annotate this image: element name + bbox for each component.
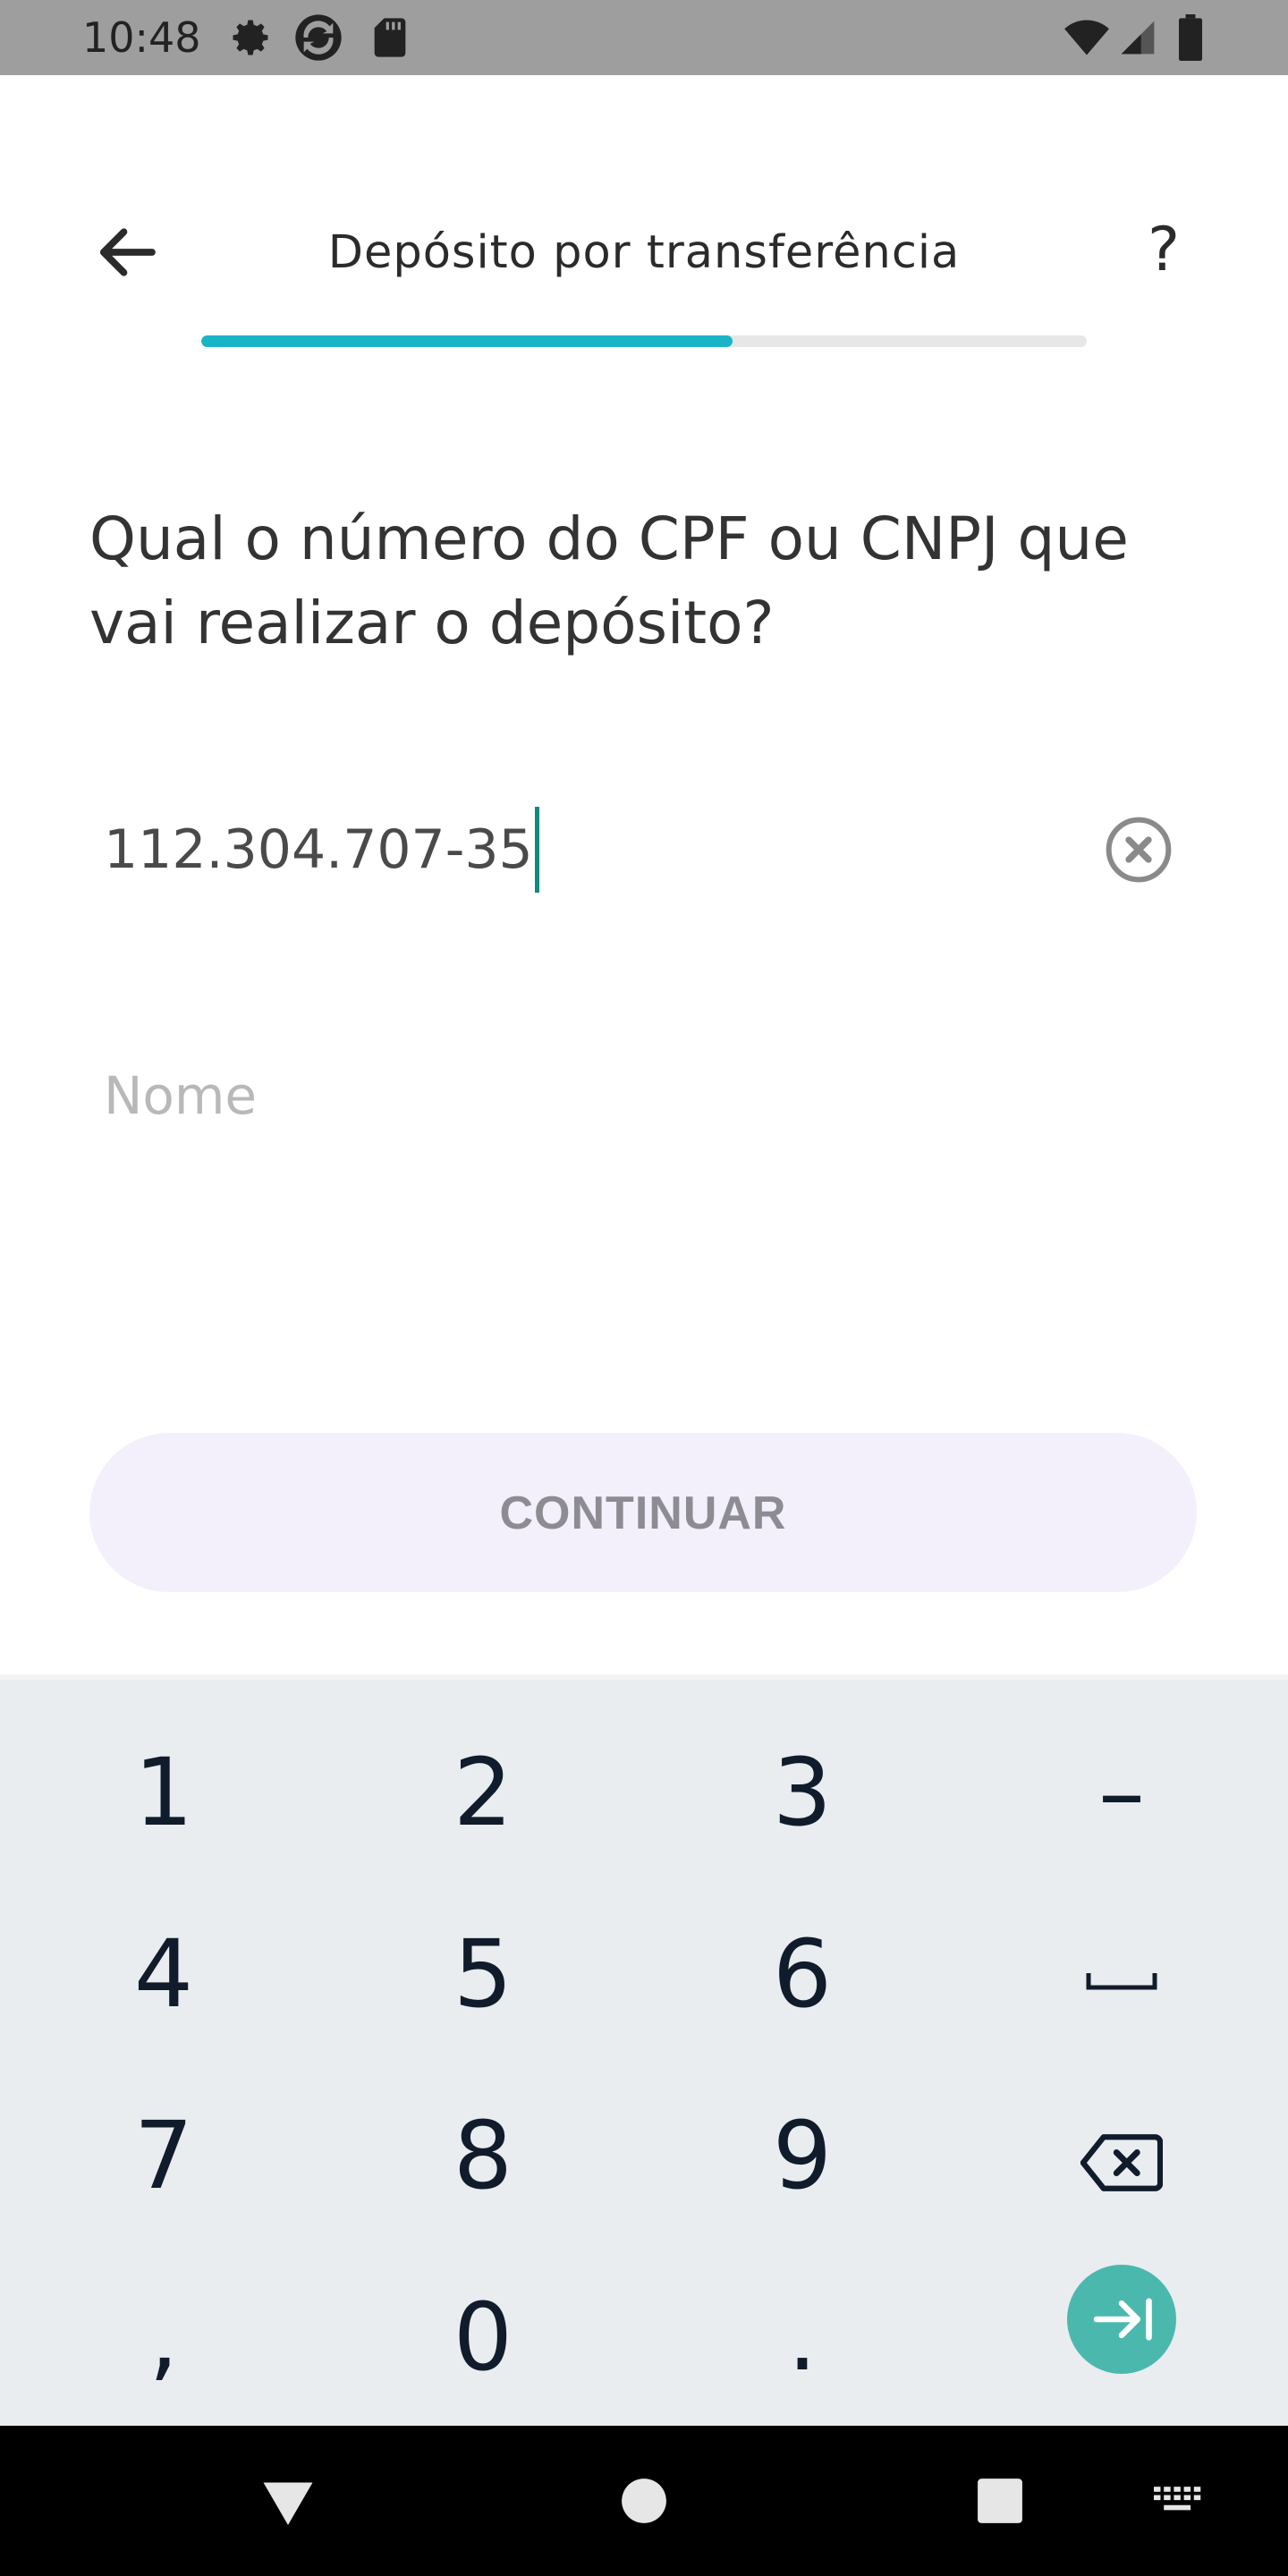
battery-icon: [1177, 14, 1204, 61]
document-field[interactable]: 112.304.707-35: [89, 787, 1199, 912]
backspace-icon: [1080, 2133, 1163, 2191]
clear-button[interactable]: [1103, 814, 1174, 886]
help-button[interactable]: ?: [1132, 213, 1195, 288]
key-8[interactable]: 8: [349, 2075, 617, 2236]
name-field[interactable]: [89, 1046, 1199, 1145]
status-bar: 10:48: [0, 0, 1288, 75]
key-dash[interactable]: –: [987, 1712, 1256, 1873]
tab-next-icon: [1093, 2298, 1152, 2341]
progress-fill: [201, 335, 733, 347]
back-button[interactable]: [89, 215, 165, 290]
key-1[interactable]: 1: [30, 1712, 298, 1873]
arrow-left-icon: [99, 228, 156, 276]
gear-icon: [227, 14, 274, 61]
key-7[interactable]: 7: [30, 2075, 298, 2236]
key-0[interactable]: 0: [349, 2257, 617, 2418]
key-9[interactable]: 9: [668, 2075, 936, 2236]
back-triangle-icon[interactable]: [261, 2476, 315, 2529]
status-time: 10:48: [82, 13, 201, 62]
key-3[interactable]: 3: [668, 1712, 936, 1873]
navigation-bar: [0, 2426, 1288, 2576]
key-space[interactable]: [987, 1894, 1256, 2055]
signal-icon: [1118, 14, 1157, 61]
continue-button[interactable]: CONTINUAR: [89, 1433, 1197, 1592]
wifi-icon: [1061, 14, 1113, 61]
keyboard-icon[interactable]: [1154, 2487, 1204, 2517]
home-circle-icon[interactable]: [621, 2478, 667, 2524]
sd-card-icon: [367, 14, 413, 61]
recents-square-icon[interactable]: [977, 2478, 1023, 2524]
document-value: 112.304.707-35: [104, 818, 533, 881]
key-period[interactable]: .: [668, 2257, 936, 2418]
key-5[interactable]: 5: [349, 1894, 617, 2055]
key-2[interactable]: 2: [349, 1712, 617, 1873]
clear-circle-icon: [1106, 817, 1172, 883]
name-input[interactable]: [104, 1046, 1088, 1145]
progress-bar: [201, 335, 1087, 347]
question-text: Qual o número do CPF ou CNPJ que vai rea…: [89, 504, 1129, 657]
sync-icon: [293, 13, 343, 63]
key-4[interactable]: 4: [30, 1894, 298, 2055]
key-backspace[interactable]: [987, 2075, 1256, 2236]
next-key[interactable]: [1067, 2265, 1176, 2374]
text-caret: [534, 807, 539, 893]
space-icon: [1086, 1972, 1157, 1990]
key-comma[interactable]: ,: [30, 2257, 298, 2418]
document-input[interactable]: 112.304.707-35: [104, 807, 539, 893]
page-title: Depósito por transferência: [327, 226, 961, 279]
key-6[interactable]: 6: [668, 1894, 936, 2055]
